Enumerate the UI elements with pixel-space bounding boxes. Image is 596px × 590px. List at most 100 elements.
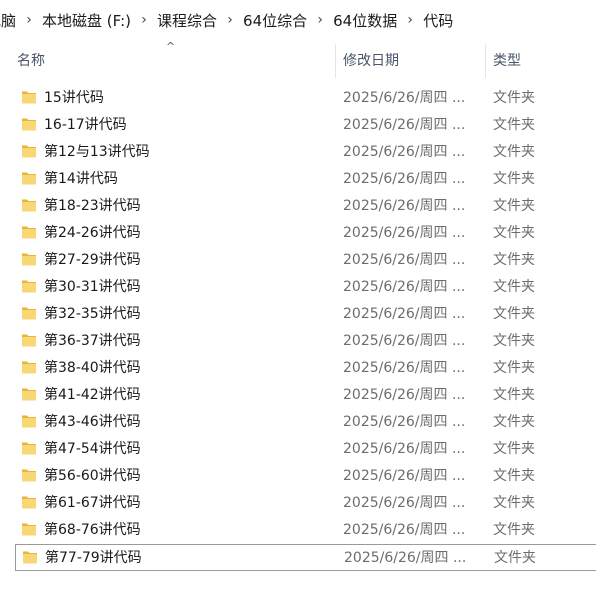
breadcrumb-item-drive-f[interactable]: 本地磁盘 (F:) <box>42 10 131 31</box>
folder-icon <box>22 226 36 239</box>
file-row[interactable]: 第36-37讲代码 2025/6/26/周四 ... 文件夹 <box>0 327 596 354</box>
file-name: 第47-54讲代码 <box>44 441 141 457</box>
file-modified-date: 2025/6/26/周四 ... <box>343 360 466 376</box>
file-modified-date: 2025/6/26/周四 ... <box>343 441 466 457</box>
file-type: 文件夹 <box>493 414 535 430</box>
folder-icon <box>22 199 36 212</box>
folder-icon <box>22 172 36 185</box>
file-modified-date: 2025/6/26/周四 ... <box>343 495 466 511</box>
file-name: 第68-76讲代码 <box>44 522 141 538</box>
file-modified-date: 2025/6/26/周四 ... <box>343 279 466 295</box>
folder-icon <box>22 334 36 347</box>
file-type: 文件夹 <box>493 522 535 538</box>
breadcrumb-separator-icon[interactable]: › <box>397 12 423 28</box>
file-row[interactable]: 第56-60讲代码 2025/6/26/周四 ... 文件夹 <box>0 462 596 489</box>
file-row[interactable]: 第77-79讲代码 2025/6/26/周四 ... 文件夹 <box>15 544 596 571</box>
breadcrumb-item-64bit-data[interactable]: 64位数据 <box>333 10 397 31</box>
file-modified-date: 2025/6/26/周四 ... <box>343 414 466 430</box>
folder-icon <box>22 523 36 536</box>
file-row[interactable]: 第43-46讲代码 2025/6/26/周四 ... 文件夹 <box>0 408 596 435</box>
folder-icon <box>22 307 36 320</box>
folder-icon <box>22 253 36 266</box>
file-row[interactable]: 第14讲代码 2025/6/26/周四 ... 文件夹 <box>0 165 596 192</box>
file-name: 15讲代码 <box>44 90 104 106</box>
file-modified-date: 2025/6/26/周四 ... <box>343 144 466 160</box>
file-row[interactable]: 第27-29讲代码 2025/6/26/周四 ... 文件夹 <box>0 246 596 273</box>
file-row[interactable]: 第61-67讲代码 2025/6/26/周四 ... 文件夹 <box>0 489 596 516</box>
breadcrumb-item-computer[interactable]: 电脑 <box>0 10 16 31</box>
breadcrumb-separator-icon[interactable]: › <box>217 12 243 28</box>
file-modified-date: 2025/6/26/周四 ... <box>344 550 467 566</box>
file-name: 16-17讲代码 <box>44 117 127 133</box>
file-name: 第30-31讲代码 <box>44 279 141 295</box>
folder-icon <box>22 442 36 455</box>
file-modified-date: 2025/6/26/周四 ... <box>343 468 466 484</box>
file-type: 文件夹 <box>493 252 535 268</box>
folder-icon <box>23 551 37 564</box>
file-row[interactable]: 第12与13讲代码 2025/6/26/周四 ... 文件夹 <box>0 138 596 165</box>
file-name: 第12与13讲代码 <box>44 144 150 160</box>
column-divider[interactable] <box>335 44 336 78</box>
breadcrumb-separator-icon[interactable]: › <box>307 12 333 28</box>
file-type: 文件夹 <box>493 441 535 457</box>
file-modified-date: 2025/6/26/周四 ... <box>343 387 466 403</box>
file-type: 文件夹 <box>493 360 535 376</box>
column-header-date[interactable]: 修改日期 <box>343 52 473 70</box>
file-type: 文件夹 <box>494 550 536 566</box>
file-row[interactable]: 第68-76讲代码 2025/6/26/周四 ... 文件夹 <box>0 516 596 543</box>
breadcrumb-separator-icon[interactable]: › <box>16 12 42 28</box>
column-header-type[interactable]: 类型 <box>493 52 593 70</box>
folder-icon <box>22 118 36 131</box>
file-name: 第32-35讲代码 <box>44 306 141 322</box>
breadcrumb-item-course[interactable]: 课程综合 <box>157 10 217 31</box>
folder-icon <box>22 388 36 401</box>
breadcrumb-item-code[interactable]: 代码 <box>423 10 453 31</box>
folder-icon <box>22 145 36 158</box>
file-type: 文件夹 <box>493 279 535 295</box>
column-header: ^ 名称 修改日期 类型 <box>0 40 596 82</box>
file-type: 文件夹 <box>493 144 535 160</box>
file-row[interactable]: 第18-23讲代码 2025/6/26/周四 ... 文件夹 <box>0 192 596 219</box>
file-row[interactable]: 第47-54讲代码 2025/6/26/周四 ... 文件夹 <box>0 435 596 462</box>
file-modified-date: 2025/6/26/周四 ... <box>343 171 466 187</box>
file-row[interactable]: 第30-31讲代码 2025/6/26/周四 ... 文件夹 <box>0 273 596 300</box>
file-name: 第43-46讲代码 <box>44 414 141 430</box>
file-type: 文件夹 <box>493 387 535 403</box>
file-modified-date: 2025/6/26/周四 ... <box>343 252 466 268</box>
file-type: 文件夹 <box>493 90 535 106</box>
folder-icon <box>22 91 36 104</box>
file-modified-date: 2025/6/26/周四 ... <box>343 522 466 538</box>
file-type: 文件夹 <box>493 468 535 484</box>
file-name: 第36-37讲代码 <box>44 333 141 349</box>
file-modified-date: 2025/6/26/周四 ... <box>343 90 466 106</box>
file-row[interactable]: 第32-35讲代码 2025/6/26/周四 ... 文件夹 <box>0 300 596 327</box>
file-modified-date: 2025/6/26/周四 ... <box>343 306 466 322</box>
folder-icon <box>22 280 36 293</box>
column-divider[interactable] <box>485 44 486 78</box>
breadcrumb: 电脑 › 本地磁盘 (F:) › 课程综合 › 64位综合 › 64位数据 › … <box>0 0 596 40</box>
file-name: 第18-23讲代码 <box>44 198 141 214</box>
file-name: 第38-40讲代码 <box>44 360 141 376</box>
file-row[interactable]: 第41-42讲代码 2025/6/26/周四 ... 文件夹 <box>0 381 596 408</box>
column-header-name[interactable]: 名称 <box>17 52 317 70</box>
file-row[interactable]: 16-17讲代码 2025/6/26/周四 ... 文件夹 <box>0 111 596 138</box>
file-type: 文件夹 <box>493 495 535 511</box>
breadcrumb-separator-icon[interactable]: › <box>131 12 157 28</box>
file-name: 第56-60讲代码 <box>44 468 141 484</box>
file-type: 文件夹 <box>493 306 535 322</box>
file-name: 第77-79讲代码 <box>45 550 142 566</box>
file-name: 第41-42讲代码 <box>44 387 141 403</box>
file-row[interactable]: 15讲代码 2025/6/26/周四 ... 文件夹 <box>0 84 596 111</box>
file-name: 第24-26讲代码 <box>44 225 141 241</box>
file-modified-date: 2025/6/26/周四 ... <box>343 333 466 349</box>
breadcrumb-item-64bit-general[interactable]: 64位综合 <box>243 10 307 31</box>
file-type: 文件夹 <box>493 333 535 349</box>
file-row[interactable]: 第24-26讲代码 2025/6/26/周四 ... 文件夹 <box>0 219 596 246</box>
folder-icon <box>22 415 36 428</box>
file-row[interactable]: 第38-40讲代码 2025/6/26/周四 ... 文件夹 <box>0 354 596 381</box>
folder-icon <box>22 496 36 509</box>
file-list: 15讲代码 2025/6/26/周四 ... 文件夹 16-17讲代码 2025/6/2… <box>0 84 596 571</box>
file-modified-date: 2025/6/26/周四 ... <box>343 198 466 214</box>
file-modified-date: 2025/6/26/周四 ... <box>343 225 466 241</box>
file-name: 第27-29讲代码 <box>44 252 141 268</box>
